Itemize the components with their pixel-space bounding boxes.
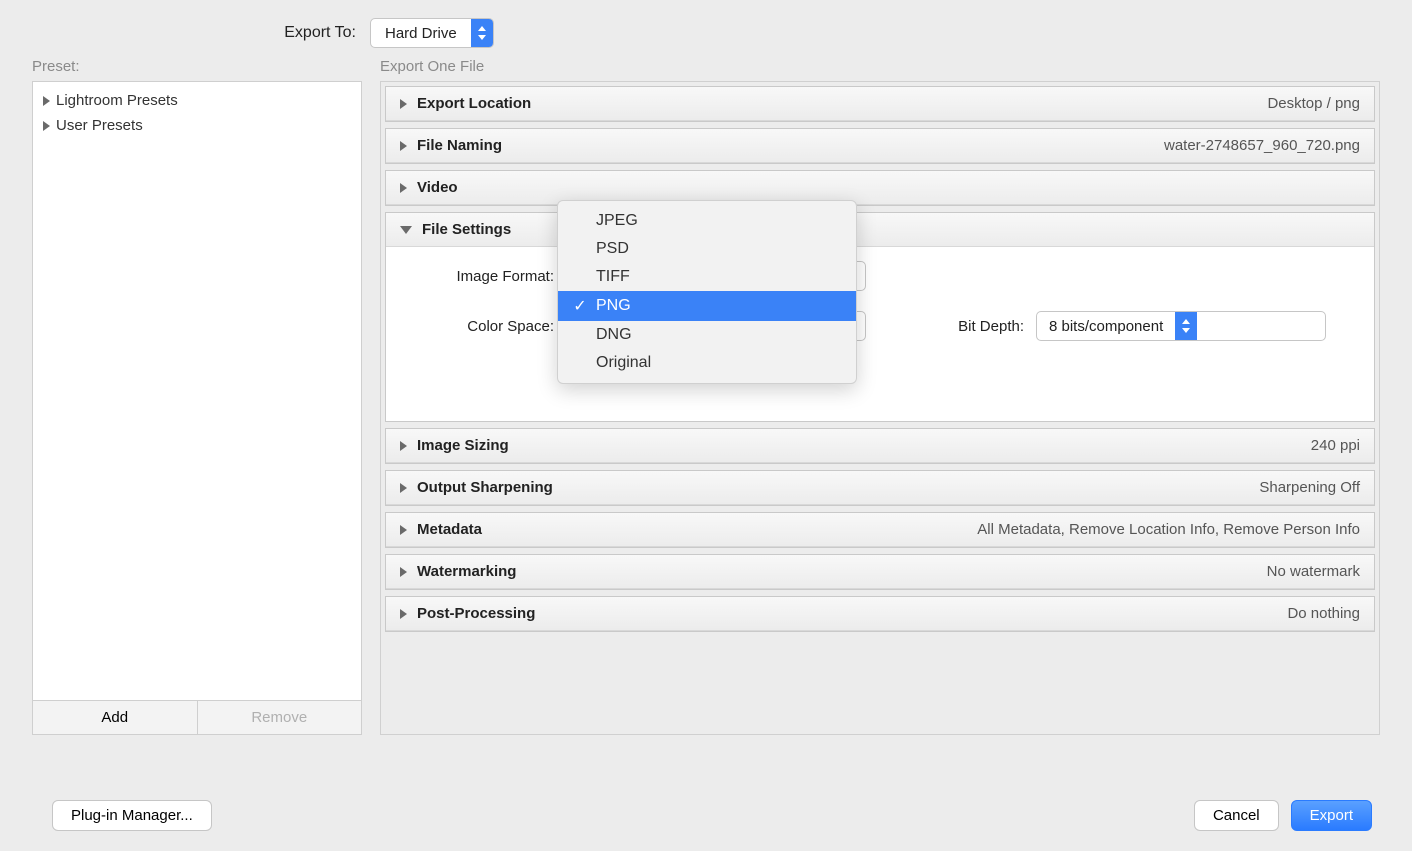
panel-image-sizing: Image Sizing 240 ppi: [385, 428, 1375, 464]
color-space-row: Color Space: Bit Depth: 8 bits/component: [406, 311, 1354, 341]
add-preset-button[interactable]: Add: [33, 701, 197, 734]
panel-body-file-settings: Image Format: PNG Color Space:: [386, 247, 1374, 421]
bit-depth-label: Bit Depth:: [926, 318, 1036, 335]
disclosure-triangle-icon: [400, 99, 407, 109]
export-to-popup[interactable]: Hard Drive: [370, 18, 494, 48]
plugin-manager-button[interactable]: Plug-in Manager...: [52, 800, 212, 831]
panel-header-metadata[interactable]: Metadata All Metadata, Remove Location I…: [386, 513, 1374, 547]
preset-column: Preset: Lightroom Presets User Presets A…: [32, 58, 362, 735]
color-space-label: Color Space:: [406, 318, 566, 335]
format-option-tiff[interactable]: TIFF: [558, 263, 856, 291]
panel-header-file-settings[interactable]: File Settings: [386, 213, 1374, 247]
preset-section-label: Preset:: [32, 58, 362, 75]
panel-file-naming: File Naming water-2748657_960_720.png: [385, 128, 1375, 164]
updown-arrows-icon: [1175, 312, 1197, 340]
settings-column: Export One File Export Location Desktop …: [380, 58, 1380, 735]
format-option-dng[interactable]: DNG: [558, 321, 856, 349]
panel-header-watermarking[interactable]: Watermarking No watermark: [386, 555, 1374, 589]
panel-summary: Desktop / png: [1267, 95, 1360, 112]
panel-header-file-naming[interactable]: File Naming water-2748657_960_720.png: [386, 129, 1374, 163]
updown-arrows-icon: [471, 19, 493, 47]
export-to-label: Export To:: [0, 24, 370, 42]
preset-item-label: Lightroom Presets: [56, 92, 178, 109]
export-count-label: Export One File: [380, 58, 1380, 75]
panel-summary: Sharpening Off: [1259, 479, 1360, 496]
disclosure-triangle-icon: [400, 141, 407, 151]
format-option-jpeg[interactable]: JPEG: [558, 207, 856, 235]
panel-title: Watermarking: [417, 563, 516, 580]
panel-title: File Settings: [422, 221, 511, 238]
dialog-footer: Plug-in Manager... Cancel Export: [0, 800, 1412, 831]
panel-title: Post-Processing: [417, 605, 535, 622]
preset-item-label: User Presets: [56, 117, 143, 134]
panel-summary: No watermark: [1267, 563, 1360, 580]
disclosure-triangle-icon: [400, 483, 407, 493]
panel-header-post-processing[interactable]: Post-Processing Do nothing: [386, 597, 1374, 631]
panel-header-output-sharpening[interactable]: Output Sharpening Sharpening Off: [386, 471, 1374, 505]
disclosure-triangle-icon: [43, 96, 50, 106]
format-option-label: PSD: [596, 240, 629, 258]
format-option-label: PNG: [596, 297, 631, 315]
panel-export-location: Export Location Desktop / png: [385, 86, 1375, 122]
cancel-button[interactable]: Cancel: [1194, 800, 1279, 831]
panel-title: Output Sharpening: [417, 479, 553, 496]
image-format-row: Image Format: PNG: [406, 261, 1354, 291]
format-option-label: JPEG: [596, 212, 638, 230]
format-option-label: TIFF: [596, 268, 630, 286]
disclosure-triangle-icon: [400, 226, 412, 234]
disclosure-triangle-icon: [43, 121, 50, 131]
panel-output-sharpening: Output Sharpening Sharpening Off: [385, 470, 1375, 506]
panel-title: Video: [417, 179, 458, 196]
format-option-original[interactable]: Original: [558, 349, 856, 377]
format-option-label: DNG: [596, 326, 632, 344]
format-option-label: Original: [596, 354, 651, 372]
disclosure-triangle-icon: [400, 567, 407, 577]
bit-depth-select[interactable]: 8 bits/component: [1036, 311, 1326, 341]
format-option-png[interactable]: ✓ PNG: [558, 291, 856, 321]
panel-file-settings: File Settings Image Format: PNG Color Sp…: [385, 212, 1375, 422]
disclosure-triangle-icon: [400, 609, 407, 619]
export-to-row: Export To: Hard Drive: [0, 0, 1412, 58]
panel-summary: All Metadata, Remove Location Info, Remo…: [977, 521, 1360, 538]
export-to-value: Hard Drive: [371, 25, 471, 42]
panel-header-export-location[interactable]: Export Location Desktop / png: [386, 87, 1374, 121]
disclosure-triangle-icon: [400, 441, 407, 451]
export-button[interactable]: Export: [1291, 800, 1372, 831]
panel-title: File Naming: [417, 137, 502, 154]
checkmark-icon: ✓: [572, 296, 588, 316]
panel-summary: water-2748657_960_720.png: [1164, 137, 1360, 154]
preset-item-lightroom[interactable]: Lightroom Presets: [37, 88, 357, 113]
panel-header-video[interactable]: Video: [386, 171, 1374, 205]
panel-title: Export Location: [417, 95, 531, 112]
preset-item-user[interactable]: User Presets: [37, 113, 357, 138]
panel-header-image-sizing[interactable]: Image Sizing 240 ppi: [386, 429, 1374, 463]
preset-list[interactable]: Lightroom Presets User Presets: [32, 81, 362, 701]
panel-stack: Export Location Desktop / png File Namin…: [380, 81, 1380, 735]
panel-watermarking: Watermarking No watermark: [385, 554, 1375, 590]
remove-preset-button: Remove: [197, 701, 362, 734]
disclosure-triangle-icon: [400, 183, 407, 193]
image-format-label: Image Format:: [406, 268, 566, 285]
format-option-psd[interactable]: PSD: [558, 235, 856, 263]
panel-title: Image Sizing: [417, 437, 509, 454]
panel-video: Video: [385, 170, 1375, 206]
disclosure-triangle-icon: [400, 525, 407, 535]
bit-depth-value: 8 bits/component: [1037, 312, 1175, 340]
panel-metadata: Metadata All Metadata, Remove Location I…: [385, 512, 1375, 548]
panel-summary: Do nothing: [1287, 605, 1360, 622]
preset-buttons: Add Remove: [32, 701, 362, 735]
image-format-dropdown[interactable]: JPEG PSD TIFF ✓ PNG DNG Original: [557, 200, 857, 384]
panel-summary: 240 ppi: [1311, 437, 1360, 454]
panel-post-processing: Post-Processing Do nothing: [385, 596, 1375, 632]
panel-title: Metadata: [417, 521, 482, 538]
